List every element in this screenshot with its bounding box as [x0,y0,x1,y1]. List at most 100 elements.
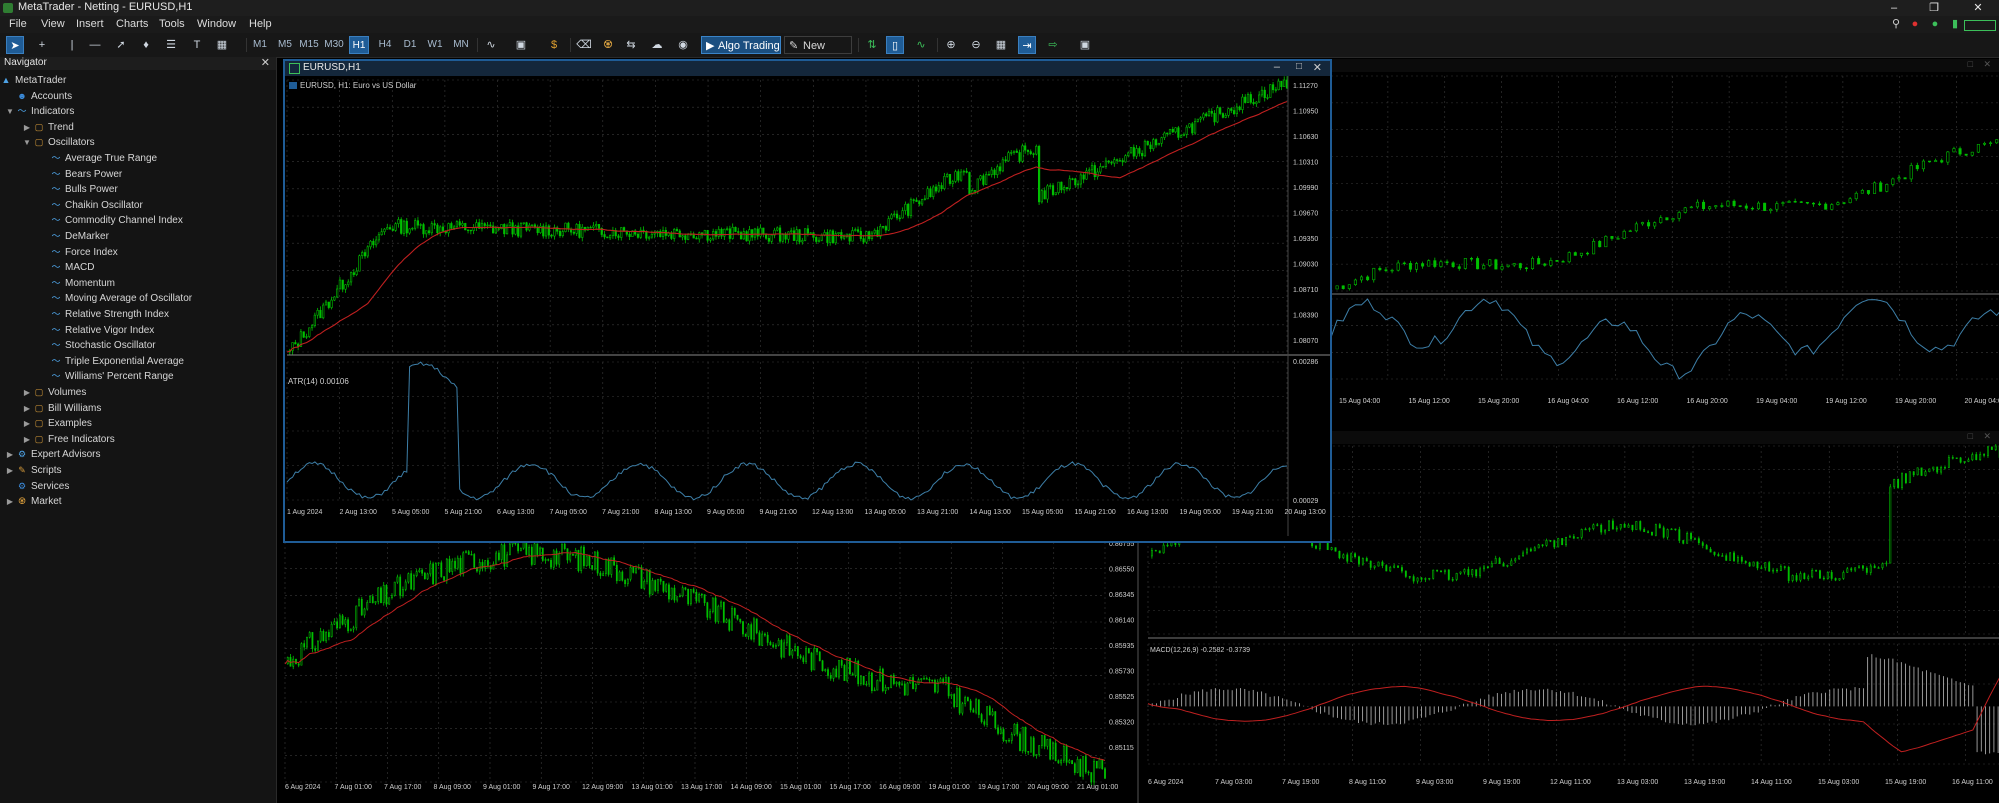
chevron-down-icon[interactable]: ▼ [21,135,33,151]
maximize-icon[interactable]: □ [1296,61,1302,72]
maximize-icon[interactable]: □ [1968,431,1973,441]
algo-trading-button[interactable]: ▶ Algo Trading [701,36,781,54]
tf-m1[interactable]: M1 [251,36,269,54]
tf-m30[interactable]: M30 [323,36,345,54]
chart-type-icon[interactable]: ∿ [482,36,500,54]
zoom-in-icon[interactable]: ⊕ [942,36,960,54]
chevron-right-icon[interactable]: ▶ [4,447,16,463]
chevron-right-icon[interactable]: ▶ [4,494,16,510]
navigator-item[interactable]: 〜 Moving Average of Oscillator [38,291,192,307]
autoscroll-icon[interactable]: ⇥ [1018,36,1036,54]
navigator-item[interactable]: 〜 Triple Exponential Average [38,354,183,370]
navigator-item[interactable]: 〜 DeMarker [38,229,108,245]
menu-window[interactable]: Window [197,18,236,30]
trendline-icon[interactable]: ➚ [112,36,130,54]
eurusd-chart-window[interactable]: EURUSD,H1 – □ ✕ 1.11270 1.10950 1.10630 1.1… [283,59,1332,543]
navigator-item[interactable]: 〜 MACD [38,260,94,276]
navigator-item[interactable]: ▶ ▢ Examples [21,416,92,432]
tf-mn[interactable]: MN [450,36,472,54]
fibonacci-icon[interactable]: ☰ [162,36,180,54]
navigator-item[interactable]: ▶ ▢ Volumes [21,385,86,401]
navigator-item[interactable]: 〜 Williams' Percent Range [38,369,173,385]
menu-tools[interactable]: Tools [159,18,185,30]
close-icon[interactable]: ✕ [1313,61,1322,74]
navigator-item[interactable]: ▲ MetaTrader [0,73,67,89]
tf-m15[interactable]: M15 [298,36,320,54]
chevron-right-icon[interactable]: ▶ [21,385,33,401]
navigator-item[interactable]: ▶ ▢ Free Indicators [21,432,115,448]
navigator-item[interactable]: 〜 Commodity Channel Index [38,213,182,229]
signal-icon[interactable]: ▮ [1948,17,1962,31]
zoom-out-icon[interactable]: ⊖ [967,36,985,54]
candlestick-icon[interactable]: ▯ [886,36,904,54]
navigator-item[interactable]: ☻ Accounts [4,89,72,105]
navigator-item[interactable]: 〜 Bulls Power [38,182,117,198]
dollar-icon[interactable]: $ [545,36,563,54]
chevron-right-icon[interactable]: ▶ [21,401,33,417]
close-icon[interactable]: ✕ [1983,59,1991,70]
vertical-line-icon[interactable]: | [63,36,81,54]
navigator-item[interactable]: 〜 Average True Range [38,151,157,167]
menu-file[interactable]: File [9,18,27,30]
menu-insert[interactable]: Insert [76,18,104,30]
market-bag-icon[interactable]: ♼ [599,36,617,54]
tf-h4[interactable]: H4 [375,36,395,54]
navigator-item[interactable]: ▶ ⚙ Expert Advisors [4,447,101,463]
navigator-item[interactable]: ▶ ▢ Bill Williams [21,401,101,417]
navigator-item[interactable]: 〜 Bears Power [38,167,122,183]
navigator-item[interactable]: 〜 Relative Strength Index [38,307,168,323]
bar-chart-icon[interactable]: ⇅ [863,36,881,54]
notifications-icon[interactable]: ● [1908,17,1922,31]
menu-help[interactable]: Help [249,18,272,30]
restore-icon[interactable]: ❐ [1914,0,1954,16]
main-chart-canvas[interactable]: 1.11270 1.10950 1.10630 1.10310 1.09990 1.096… [285,76,1330,541]
navigator-item[interactable]: 〜 Relative Vigor Index [38,323,154,339]
chart-shift-icon[interactable]: ⇨ [1044,36,1062,54]
close-icon[interactable]: ✕ [261,56,270,69]
chart-window-titlebar[interactable]: EURUSD,H1 – □ ✕ [285,61,1330,76]
minimize-icon[interactable]: – [1274,61,1280,73]
navigator-item[interactable]: ▶ ✎ Scripts [4,463,62,479]
tf-h1[interactable]: H1 [349,36,369,54]
navigator-item[interactable]: ⚙ Services [4,479,69,495]
navigator-item[interactable]: ▼ 〜 Indicators [4,104,74,120]
navigator-item[interactable]: ▶ ▢ Trend [21,120,74,136]
community-icon[interactable]: ◉ [674,36,692,54]
chevron-right-icon[interactable]: ▶ [21,120,33,136]
account-icon[interactable]: ● [1928,17,1942,31]
grid-icon[interactable]: ▦ [992,36,1010,54]
minimize-icon[interactable]: – [1874,0,1914,16]
close-icon[interactable]: ✕ [1983,431,1991,442]
screenshot-icon[interactable]: ▣ [1076,36,1094,54]
text-tool-icon[interactable]: T [188,36,206,54]
tf-w1[interactable]: W1 [425,36,445,54]
chevron-right-icon[interactable]: ▶ [21,432,33,448]
shapes-icon[interactable]: ▦ [213,36,231,54]
navigator-item[interactable]: ▶ ♼ Market [4,494,62,510]
ide-icon[interactable]: ⌫ [575,36,593,54]
maximize-icon[interactable]: □ [1968,59,1973,69]
menu-charts[interactable]: Charts [116,18,148,30]
chevron-down-icon[interactable]: ▼ [4,104,16,120]
chevron-right-icon[interactable]: ▶ [21,416,33,432]
vps-icon[interactable]: ☁ [648,36,666,54]
channel-icon[interactable]: ♦ [137,36,155,54]
navigator-item[interactable]: 〜 Stochastic Oscillator [38,338,155,354]
cursor-icon[interactable]: ➤ [6,36,24,54]
tf-d1[interactable]: D1 [400,36,420,54]
tf-m5[interactable]: M5 [276,36,294,54]
navigator-item[interactable]: 〜 Force Index [38,245,117,261]
menu-view[interactable]: View [41,18,65,30]
line-chart-icon[interactable]: ∿ [912,36,930,54]
navigator-item[interactable]: 〜 Momentum [38,276,115,292]
new-order-button[interactable]: ✎ New Order [784,36,852,70]
crosshair-icon[interactable]: + [33,36,51,54]
horizontal-line-icon[interactable]: — [86,36,104,54]
templates-icon[interactable]: ▣ [512,36,530,54]
search-icon[interactable]: ⚲ [1889,17,1903,31]
navigator-item[interactable]: 〜 Chaikin Oscillator [38,198,142,214]
close-icon[interactable]: ✕ [1958,0,1998,16]
signals-icon[interactable]: ⇆ [622,36,640,54]
navigator-item[interactable]: ▼ ▢ Oscillators [21,135,95,151]
chevron-right-icon[interactable]: ▶ [4,463,16,479]
